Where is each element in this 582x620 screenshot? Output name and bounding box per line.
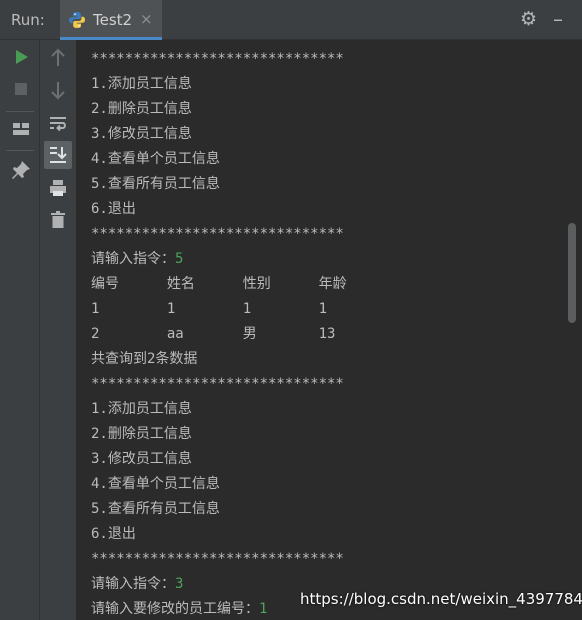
gear-icon[interactable]: ⚙ [520,9,537,29]
console-line-text: 1 1 1 1 [91,301,328,317]
console-line-text: 3.修改员工信息 [91,126,192,142]
python-icon [69,12,85,28]
console-line-text: 5.查看所有员工信息 [91,501,220,517]
trash-icon[interactable] [46,208,70,232]
console-line-text: ****************************** [91,376,344,392]
console-toolbar [40,40,76,620]
console-line-text: 4.查看单个员工信息 [91,476,220,492]
console-line-text: 6.退出 [91,526,136,542]
tab-test2[interactable]: Test2 × [60,0,162,40]
tab-label: Test2 [93,11,133,29]
console-line: 2.删除员工信息 [91,422,192,447]
console-line-text: 请输入指令： [91,576,175,592]
print-icon[interactable] [46,176,70,200]
close-icon[interactable]: × [140,10,153,28]
scroll-to-end-toggle[interactable] [44,141,72,169]
console-line-text: 6.退出 [91,201,136,217]
console-line: 请输入指令：3 [91,572,183,597]
console-line: 编号 姓名 性别 年龄 [91,272,347,297]
console-line-text: 请输入指令： [91,40,175,42]
pin-icon[interactable] [9,158,33,182]
console-line-text: 5.查看所有员工信息 [91,176,220,192]
soft-wrap-icon[interactable] [46,112,70,136]
console-line-text: ****************************** [91,51,344,67]
console-line: 4.查看单个员工信息 [91,147,220,172]
console-line: 6.退出 [91,522,136,547]
console-line: ****************************** [91,222,344,247]
console-line: 请输入指令：5 [91,247,183,272]
console-user-input: 1 [259,601,268,617]
console-line: 1 1 1 1 [91,297,327,322]
console-line: ****************************** [91,372,344,397]
scrollbar-thumb[interactable] [568,223,576,323]
console-line: 2.删除员工信息 [91,97,192,122]
console-line: 共查询到2条数据 [91,347,197,372]
arrow-down-icon[interactable] [46,78,70,102]
console-line: ****************************** [91,547,344,572]
scrollbar-track[interactable] [566,40,582,620]
console-line-text: 1.添加员工信息 [91,401,192,417]
console-line-text: 2.删除员工信息 [91,426,192,442]
console-user-input: 3 [175,576,184,592]
console-line-text: 请输入指令： [91,251,175,267]
run-toolbar [0,40,40,620]
console-line-text: 3.修改员工信息 [91,451,192,467]
run-toolwindow-header: Run: Test2 × ⚙ – [0,0,582,40]
console-line-text: 2 aa 男 13 [91,326,336,342]
arrow-up-icon[interactable] [46,46,70,70]
console-line-text: 共查询到2条数据 [91,351,198,367]
watermark: https://blog.csdn.net/weixin_43977846 [300,590,582,608]
console-line: 请输入要修改的员工编号：1 [91,597,267,620]
console-line: ****************************** [91,47,344,72]
console-user-input: 5 [175,251,184,267]
layout-icon[interactable] [9,117,33,141]
console-line: 请输入指令： [91,40,175,47]
console-line-text: 2.删除员工信息 [91,101,192,117]
scroll-to-end-icon [50,147,67,163]
run-icon[interactable] [9,45,33,69]
console-line-text: 编号 姓名 性别 年龄 [91,276,347,292]
toolbar-divider [6,150,34,151]
console-line: 1.添加员工信息 [91,72,192,97]
console-line-text: 1.添加员工信息 [91,76,192,92]
console-line: 3.修改员工信息 [91,122,192,147]
console-line-text: ****************************** [91,551,344,567]
console-line: 4.查看单个员工信息 [91,472,220,497]
run-label: Run: [11,11,45,29]
minimize-icon[interactable]: – [553,9,563,29]
console-line-text: 4.查看单个员工信息 [91,151,220,167]
console-line: 6.退出 [91,197,136,222]
console-line: 3.修改员工信息 [91,447,192,472]
console-line: 5.查看所有员工信息 [91,172,220,197]
console-output[interactable]: 请输入指令： ****************************** 1.添加… [76,40,566,620]
stop-icon[interactable] [9,77,33,101]
console-line: 5.查看所有员工信息 [91,497,220,522]
toolbar-divider [6,111,34,112]
console-line: 1.添加员工信息 [91,397,192,422]
console-line: 2 aa 男 13 [91,322,335,347]
console-line-text: 请输入要修改的员工编号： [91,601,259,617]
console-line-text: ****************************** [91,226,344,242]
